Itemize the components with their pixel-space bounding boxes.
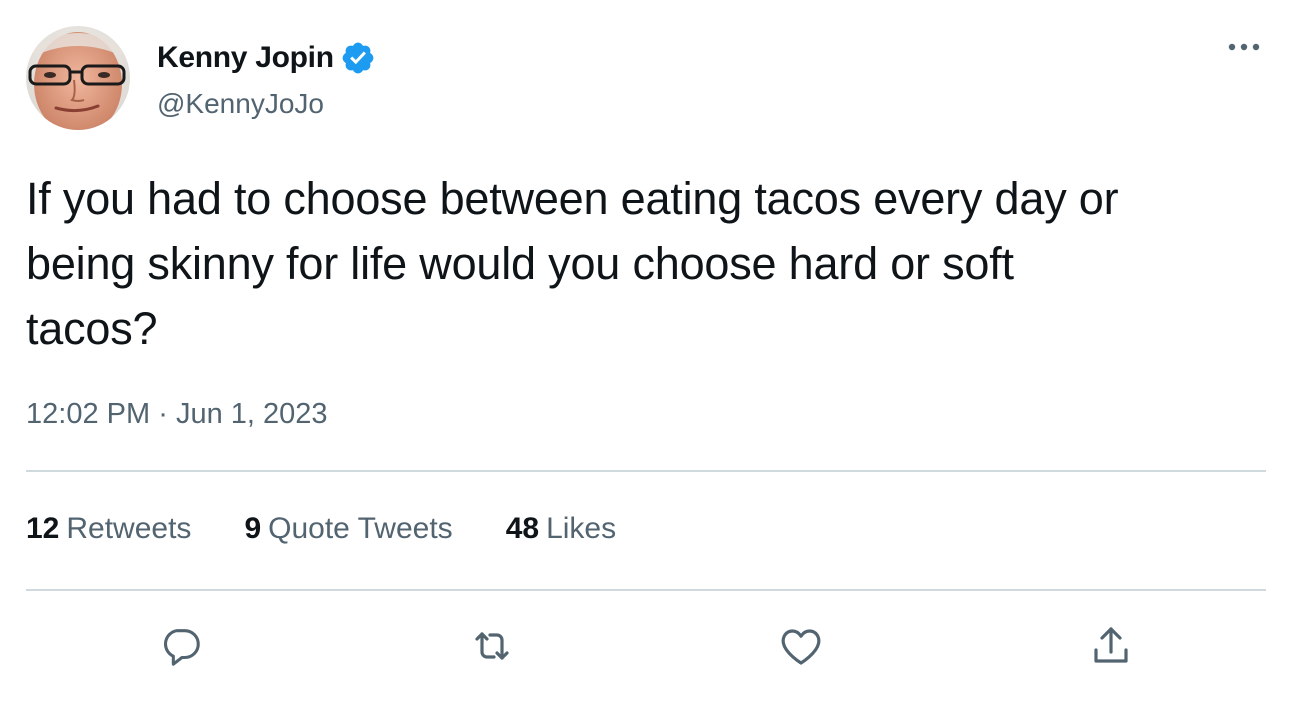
retweets-count: 12 [26, 512, 60, 545]
verified-badge-icon [340, 40, 376, 76]
engagement-stats: 12 Retweets 9 Quote Tweets 48 Likes [26, 512, 669, 546]
author-name-row: Kenny Jopin [157, 38, 376, 78]
likes-count: 48 [505, 512, 540, 545]
author-name[interactable]: Kenny Jopin [157, 41, 334, 75]
more-options-button[interactable] [1222, 30, 1266, 64]
tweet-timestamp[interactable]: 12:02 PM · Jun 1, 2023 [26, 398, 328, 431]
share-icon [1094, 627, 1128, 663]
avatar-image [26, 26, 130, 130]
timestamp-separator: · [158, 398, 168, 430]
retweet-icon [475, 632, 509, 660]
retweets-stat[interactable]: 12 Retweets [26, 512, 191, 546]
avatar[interactable] [26, 26, 130, 130]
tweet-date: Jun 1, 2023 [175, 398, 328, 430]
author-handle[interactable]: @KennyJoJo [157, 88, 324, 120]
quote-tweets-count: 9 [244, 512, 262, 545]
more-horizontal-icon [1228, 43, 1260, 51]
quote-tweets-stat[interactable]: 9 Quote Tweets [244, 512, 452, 546]
tweet-text: If you had to choose between eating taco… [26, 173, 1119, 354]
heart-icon [781, 629, 821, 665]
reply-button[interactable] [155, 620, 207, 672]
reply-icon [164, 629, 200, 666]
quote-tweets-label: Quote Tweets [268, 512, 453, 545]
retweet-button[interactable] [466, 620, 518, 672]
tweet-time: 12:02 PM [26, 398, 151, 430]
divider [26, 470, 1266, 472]
share-button[interactable] [1085, 620, 1137, 672]
likes-label: Likes [546, 512, 617, 545]
divider [26, 589, 1266, 591]
retweets-label: Retweets [66, 512, 192, 545]
likes-stat[interactable]: 48 Likes [506, 512, 616, 546]
like-button[interactable] [775, 620, 827, 672]
tweet-actions [0, 620, 1292, 672]
